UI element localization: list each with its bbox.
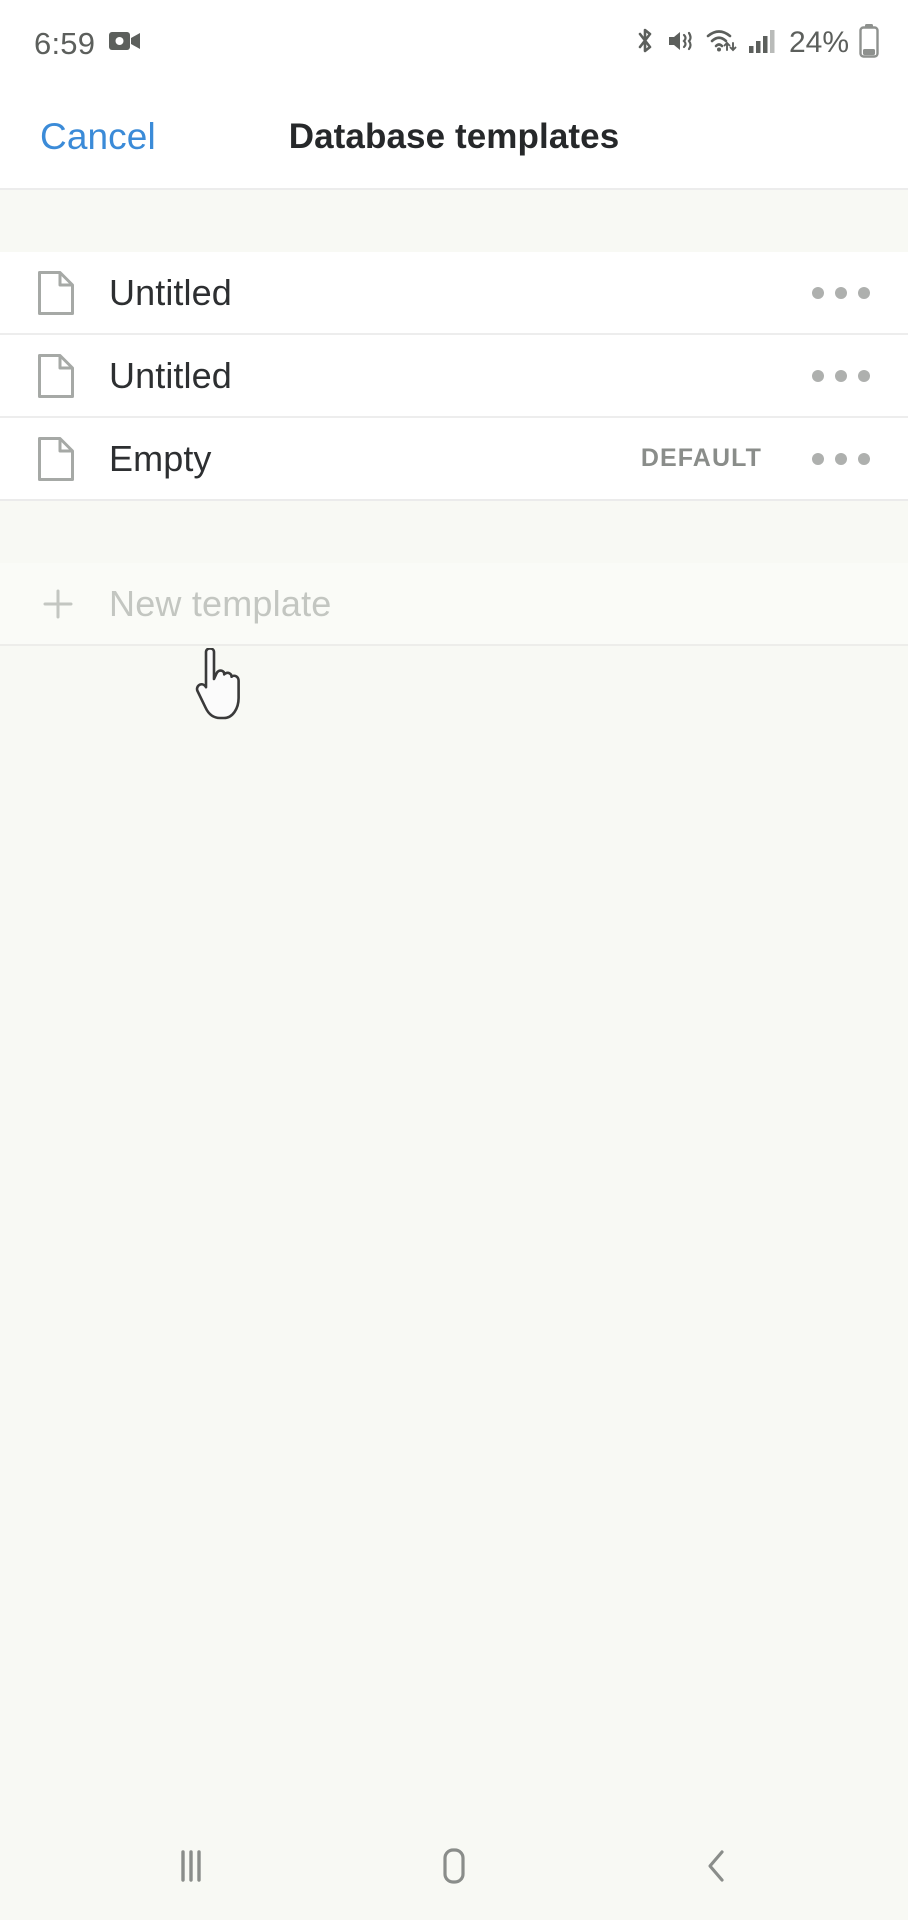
bluetooth-icon [633, 26, 657, 61]
status-clock: 6:59 [34, 25, 96, 61]
dot [812, 286, 824, 299]
template-list: Untitled Untitled Empty DEFAULT [0, 252, 908, 501]
content-empty-area [0, 646, 908, 1812]
back-icon[interactable] [657, 1826, 777, 1906]
dot [858, 286, 870, 299]
list-mid-spacer [0, 501, 908, 563]
more-options-icon[interactable] [806, 356, 876, 396]
video-camera-icon [109, 29, 141, 58]
wifi-icon [705, 26, 739, 61]
new-template-label: New template [109, 582, 332, 624]
app-header: Cancel Database templates [0, 86, 908, 190]
plus-icon [36, 584, 80, 624]
cancel-button[interactable]: Cancel [36, 110, 160, 164]
template-name: Untitled [109, 271, 232, 313]
dot [812, 452, 824, 465]
document-icon [36, 352, 80, 400]
home-icon[interactable] [394, 1826, 514, 1906]
table-row[interactable]: Untitled [0, 335, 908, 418]
dot [835, 286, 847, 299]
new-template-button[interactable]: New template [0, 563, 908, 646]
android-nav-bar [0, 1812, 908, 1920]
phone-screen: 6:59 24% Cancel Database templates Untit… [0, 0, 908, 1920]
battery-percent-label: 24% [788, 26, 849, 59]
template-name: Untitled [109, 354, 232, 396]
more-options-icon[interactable] [806, 439, 876, 479]
dot [858, 369, 870, 382]
status-bar: 6:59 24% [0, 0, 908, 86]
dot [835, 369, 847, 382]
recents-icon[interactable] [131, 1826, 251, 1906]
template-name: Empty [109, 437, 212, 479]
table-row[interactable]: Untitled [0, 252, 908, 335]
dot [858, 452, 870, 465]
table-row[interactable]: Empty DEFAULT [0, 418, 908, 501]
status-bar-right: 24% [633, 23, 880, 63]
document-icon [36, 435, 80, 483]
battery-icon [858, 23, 880, 63]
dot [835, 452, 847, 465]
list-top-spacer [0, 190, 908, 252]
status-bar-left: 6:59 [34, 28, 141, 59]
cellular-signal-icon [748, 27, 776, 60]
dot [812, 369, 824, 382]
vibrate-mute-icon [666, 26, 696, 61]
document-icon [36, 269, 80, 317]
status-badge: DEFAULT [640, 444, 762, 472]
more-options-icon[interactable] [806, 273, 876, 313]
